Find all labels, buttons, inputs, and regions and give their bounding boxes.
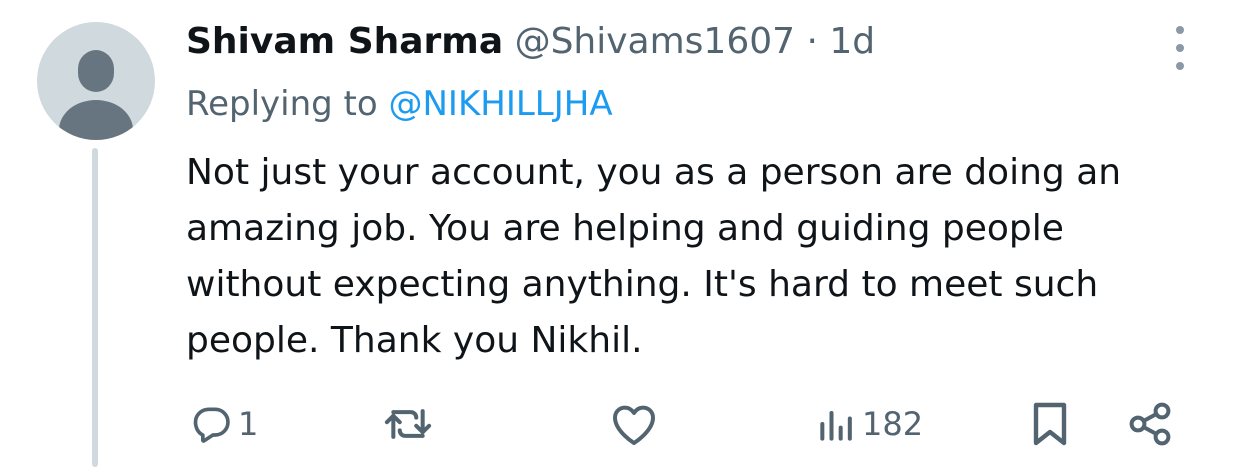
more-dot bbox=[1176, 26, 1184, 34]
tweet-header: Shivam Sharma @Shivams1607 · 1d bbox=[186, 18, 875, 66]
retweet-button[interactable] bbox=[384, 396, 432, 452]
tweet-time[interactable]: 1d bbox=[829, 21, 875, 62]
more-dot bbox=[1176, 44, 1184, 52]
avatar-placeholder-head bbox=[78, 50, 114, 92]
author-handle[interactable]: @Shivams1607 bbox=[515, 21, 795, 62]
reply-button[interactable]: 1 bbox=[190, 396, 258, 452]
share-icon bbox=[1129, 402, 1171, 446]
bookmark-icon bbox=[1033, 402, 1067, 446]
tweet[interactable]: Shivam Sharma @Shivams1607 · 1d Replying… bbox=[0, 0, 1240, 467]
views-button[interactable]: 182 bbox=[816, 396, 923, 452]
avatar[interactable] bbox=[37, 22, 155, 140]
replying-prefix: Replying to bbox=[186, 84, 378, 124]
tweet-text: Not just your account, you as a person a… bbox=[186, 152, 1122, 361]
reply-icon bbox=[193, 407, 230, 443]
heart-icon bbox=[613, 405, 655, 445]
retweet-icon bbox=[384, 409, 432, 439]
like-button[interactable] bbox=[610, 396, 658, 452]
separator-dot: · bbox=[806, 21, 818, 62]
thread-line bbox=[92, 148, 98, 467]
views-icon bbox=[820, 410, 852, 441]
bookmark-button[interactable] bbox=[1030, 396, 1070, 452]
reply-count: 1 bbox=[238, 405, 259, 443]
author-name[interactable]: Shivam Sharma bbox=[186, 21, 503, 62]
replying-to-mention[interactable]: @NIKHILLJHA bbox=[389, 84, 613, 124]
views-count: 182 bbox=[862, 405, 924, 443]
avatar-placeholder-body bbox=[59, 100, 133, 140]
more-vertical-icon[interactable] bbox=[1170, 26, 1190, 70]
replying-to-line: Replying to @NIKHILLJHA bbox=[186, 80, 613, 128]
more-dot bbox=[1176, 62, 1184, 70]
action-bar: 1 182 bbox=[186, 396, 1196, 452]
share-button[interactable] bbox=[1126, 396, 1174, 452]
